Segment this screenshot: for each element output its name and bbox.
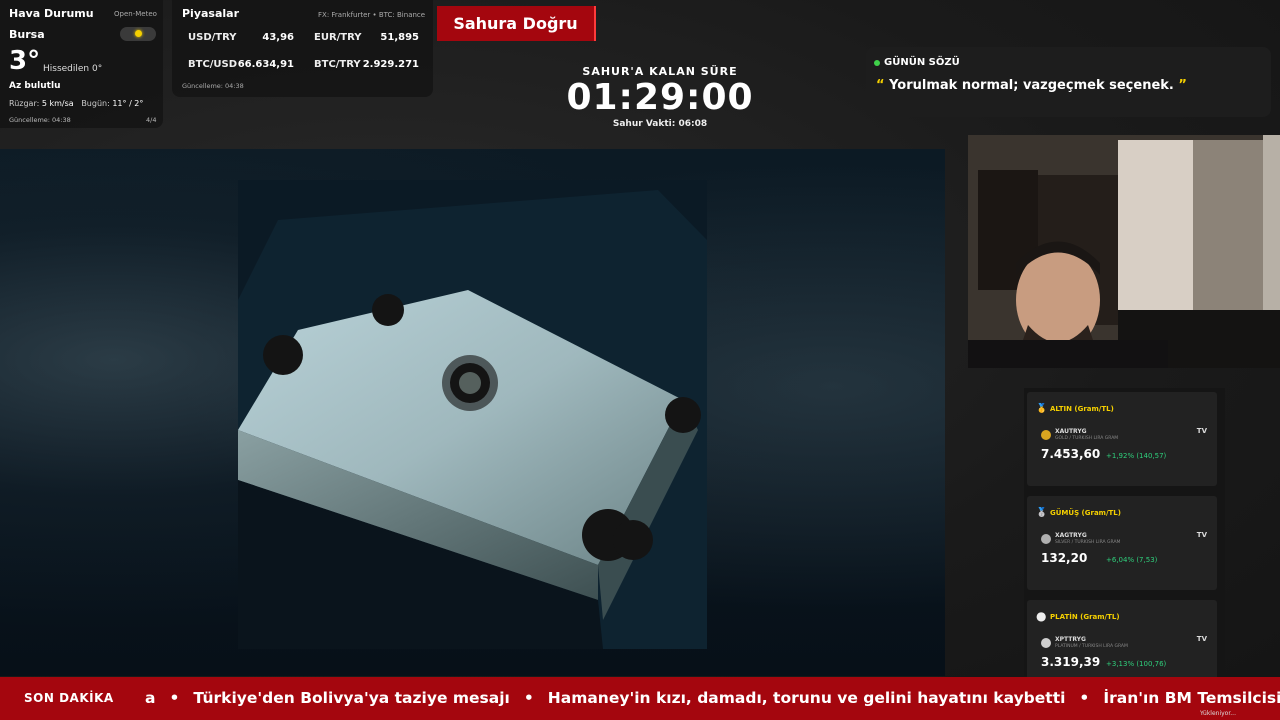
ticker-loading: Yükleniyor... xyxy=(1200,710,1236,717)
weather-temperature: 3° xyxy=(9,46,41,76)
metal-header: GÜMÜŞ (Gram/TL) xyxy=(1050,509,1121,517)
market-value: 43,96 xyxy=(262,32,294,43)
metal-price: 3.319,39 xyxy=(1041,655,1101,669)
market-pair: BTC/TRY xyxy=(314,59,361,70)
ticker-item: Türkiye'den Bolivya'ya taziye mesajı xyxy=(193,689,510,707)
coin-icon xyxy=(1041,430,1051,440)
weather-page-indicator: 4/4 xyxy=(146,116,157,124)
market-pair: EUR/TRY xyxy=(314,32,362,43)
main-video xyxy=(0,149,945,676)
metal-change: +6,04% (7,53) xyxy=(1106,556,1158,564)
open-quote: “ xyxy=(876,78,885,93)
metal-subtitle: SILVER / TURKISH LIRA GRAM xyxy=(1055,540,1121,545)
live-dot-icon xyxy=(874,60,880,66)
sahur-time: Sahur Vakti: 06:08 xyxy=(612,119,708,129)
metal-header: PLATİN (Gram/TL) xyxy=(1050,613,1120,621)
ticker-item: Hamaney'in kızı, damadı, torunu ve gelin… xyxy=(547,689,1066,707)
weather-feels-like: Hissedilen 0° xyxy=(43,64,103,74)
sahur-banner: Sahura Doğru xyxy=(437,6,596,41)
today-label: Bugün: xyxy=(81,99,110,108)
weather-city: Bursa xyxy=(9,28,45,41)
metal-symbol: XAGTRYG xyxy=(1055,532,1087,539)
coin-icon xyxy=(1041,534,1051,544)
ticker-label: SON DAKİKA xyxy=(24,691,114,705)
metal-header: ALTIN (Gram/TL) xyxy=(1050,405,1114,413)
medal-gold-icon: 🥇 xyxy=(1036,404,1048,414)
tradingview-badge: TV xyxy=(1196,427,1207,435)
metal-price: 7.453,60 xyxy=(1041,447,1101,461)
weather-title: Hava Durumu xyxy=(9,7,94,20)
metal-card: 🥇 ALTIN (Gram/TL) XAUTRYG GOLD / TURKISH LI… xyxy=(1027,392,1217,486)
medal-silver-icon: 🥈 xyxy=(1036,508,1048,518)
weather-source: Open-Meteo xyxy=(114,10,157,18)
weather-wind-row: Rüzgar: 5 km/sa Bugün: 11° / 2° xyxy=(9,99,143,108)
quote-of-the-day: GÜNÜN SÖZÜ “ Yorulmak normal; vazgeçmek … xyxy=(866,47,1271,117)
metal-change: +3,13% (100,76) xyxy=(1106,660,1167,668)
quote-label: GÜNÜN SÖZÜ xyxy=(884,57,960,68)
market-value: 2.929.271 xyxy=(362,59,419,70)
market-pair: USD/TRY xyxy=(188,32,237,43)
ticker-separator: • xyxy=(1079,689,1090,707)
market-pair: BTC/USD xyxy=(188,59,238,70)
ticker-track: a • Türkiye'den Bolivya'ya taziye mesajı • H… xyxy=(145,689,1280,707)
wind-value: 5 km/sa xyxy=(41,99,74,108)
wind-label: Rüzgar: xyxy=(9,99,40,108)
markets-source: FX: Frankfurter • BTC: Binance xyxy=(318,11,426,19)
platinum-circle-icon: ● xyxy=(1036,609,1047,623)
today-value: 11° / 2° xyxy=(112,99,144,108)
quote-text-row: “ Yorulmak normal; vazgeçmek seçenek. ” xyxy=(876,78,1187,93)
quote-text: Yorulmak normal; vazgeçmek seçenek. xyxy=(889,78,1174,93)
ticker-label-box: SON DAKİKA xyxy=(0,677,145,720)
webcam-scene xyxy=(968,135,1280,368)
ticker-item: İran'ın BM Temsilcisi: A xyxy=(1103,689,1280,707)
ticker-separator: • xyxy=(523,689,534,707)
countdown-timer: 01:29:00 xyxy=(566,77,754,118)
metal-symbol: XAUTRYG xyxy=(1055,428,1087,435)
breaking-news-ticker: a • Türkiye'den Bolivya'ya taziye mesajı • H… xyxy=(0,677,1280,720)
metal-card: 🥈 GÜMÜŞ (Gram/TL) XAGTRYG SILVER / TURKISH … xyxy=(1027,496,1217,590)
book-image xyxy=(238,180,707,649)
metal-symbol: XPTTRYG xyxy=(1055,636,1086,643)
metals-panel: 🥇 ALTIN (Gram/TL) XAUTRYG GOLD / TURKISH LI… xyxy=(1024,388,1225,694)
ticker-separator: • xyxy=(169,689,180,707)
metal-subtitle: PLATINUM / TURKISH LIRA GRAM xyxy=(1055,644,1128,649)
market-value: 51,895 xyxy=(380,32,419,43)
markets-updated: Güncelleme: 04:38 xyxy=(182,82,244,90)
banner-title: Sahura Doğru xyxy=(453,14,578,33)
book-illustration xyxy=(238,180,707,649)
weather-condition: Az bulutlu xyxy=(9,81,61,91)
close-quote: ” xyxy=(1178,78,1187,93)
webcam-feed xyxy=(968,135,1280,368)
weather-widget: Hava Durumu Open-Meteo Bursa 3° Hissedil… xyxy=(0,0,163,128)
metal-price: 132,20 xyxy=(1041,551,1088,565)
market-value: 66.634,91 xyxy=(237,59,294,70)
tradingview-badge: TV xyxy=(1196,635,1207,643)
ticker-item: a xyxy=(145,689,156,707)
metal-subtitle: GOLD / TURKISH LIRA GRAM xyxy=(1055,436,1119,441)
markets-title: Piyasalar xyxy=(182,7,240,20)
tradingview-badge: TV xyxy=(1196,531,1207,539)
markets-widget: Piyasalar FX: Frankfurter • BTC: Binance… xyxy=(172,0,433,97)
sun-icon xyxy=(135,30,142,37)
weather-updated: Güncelleme: 04:38 xyxy=(9,116,71,124)
coin-icon xyxy=(1041,638,1051,648)
metal-change: +1,92% (140,57) xyxy=(1106,452,1167,460)
